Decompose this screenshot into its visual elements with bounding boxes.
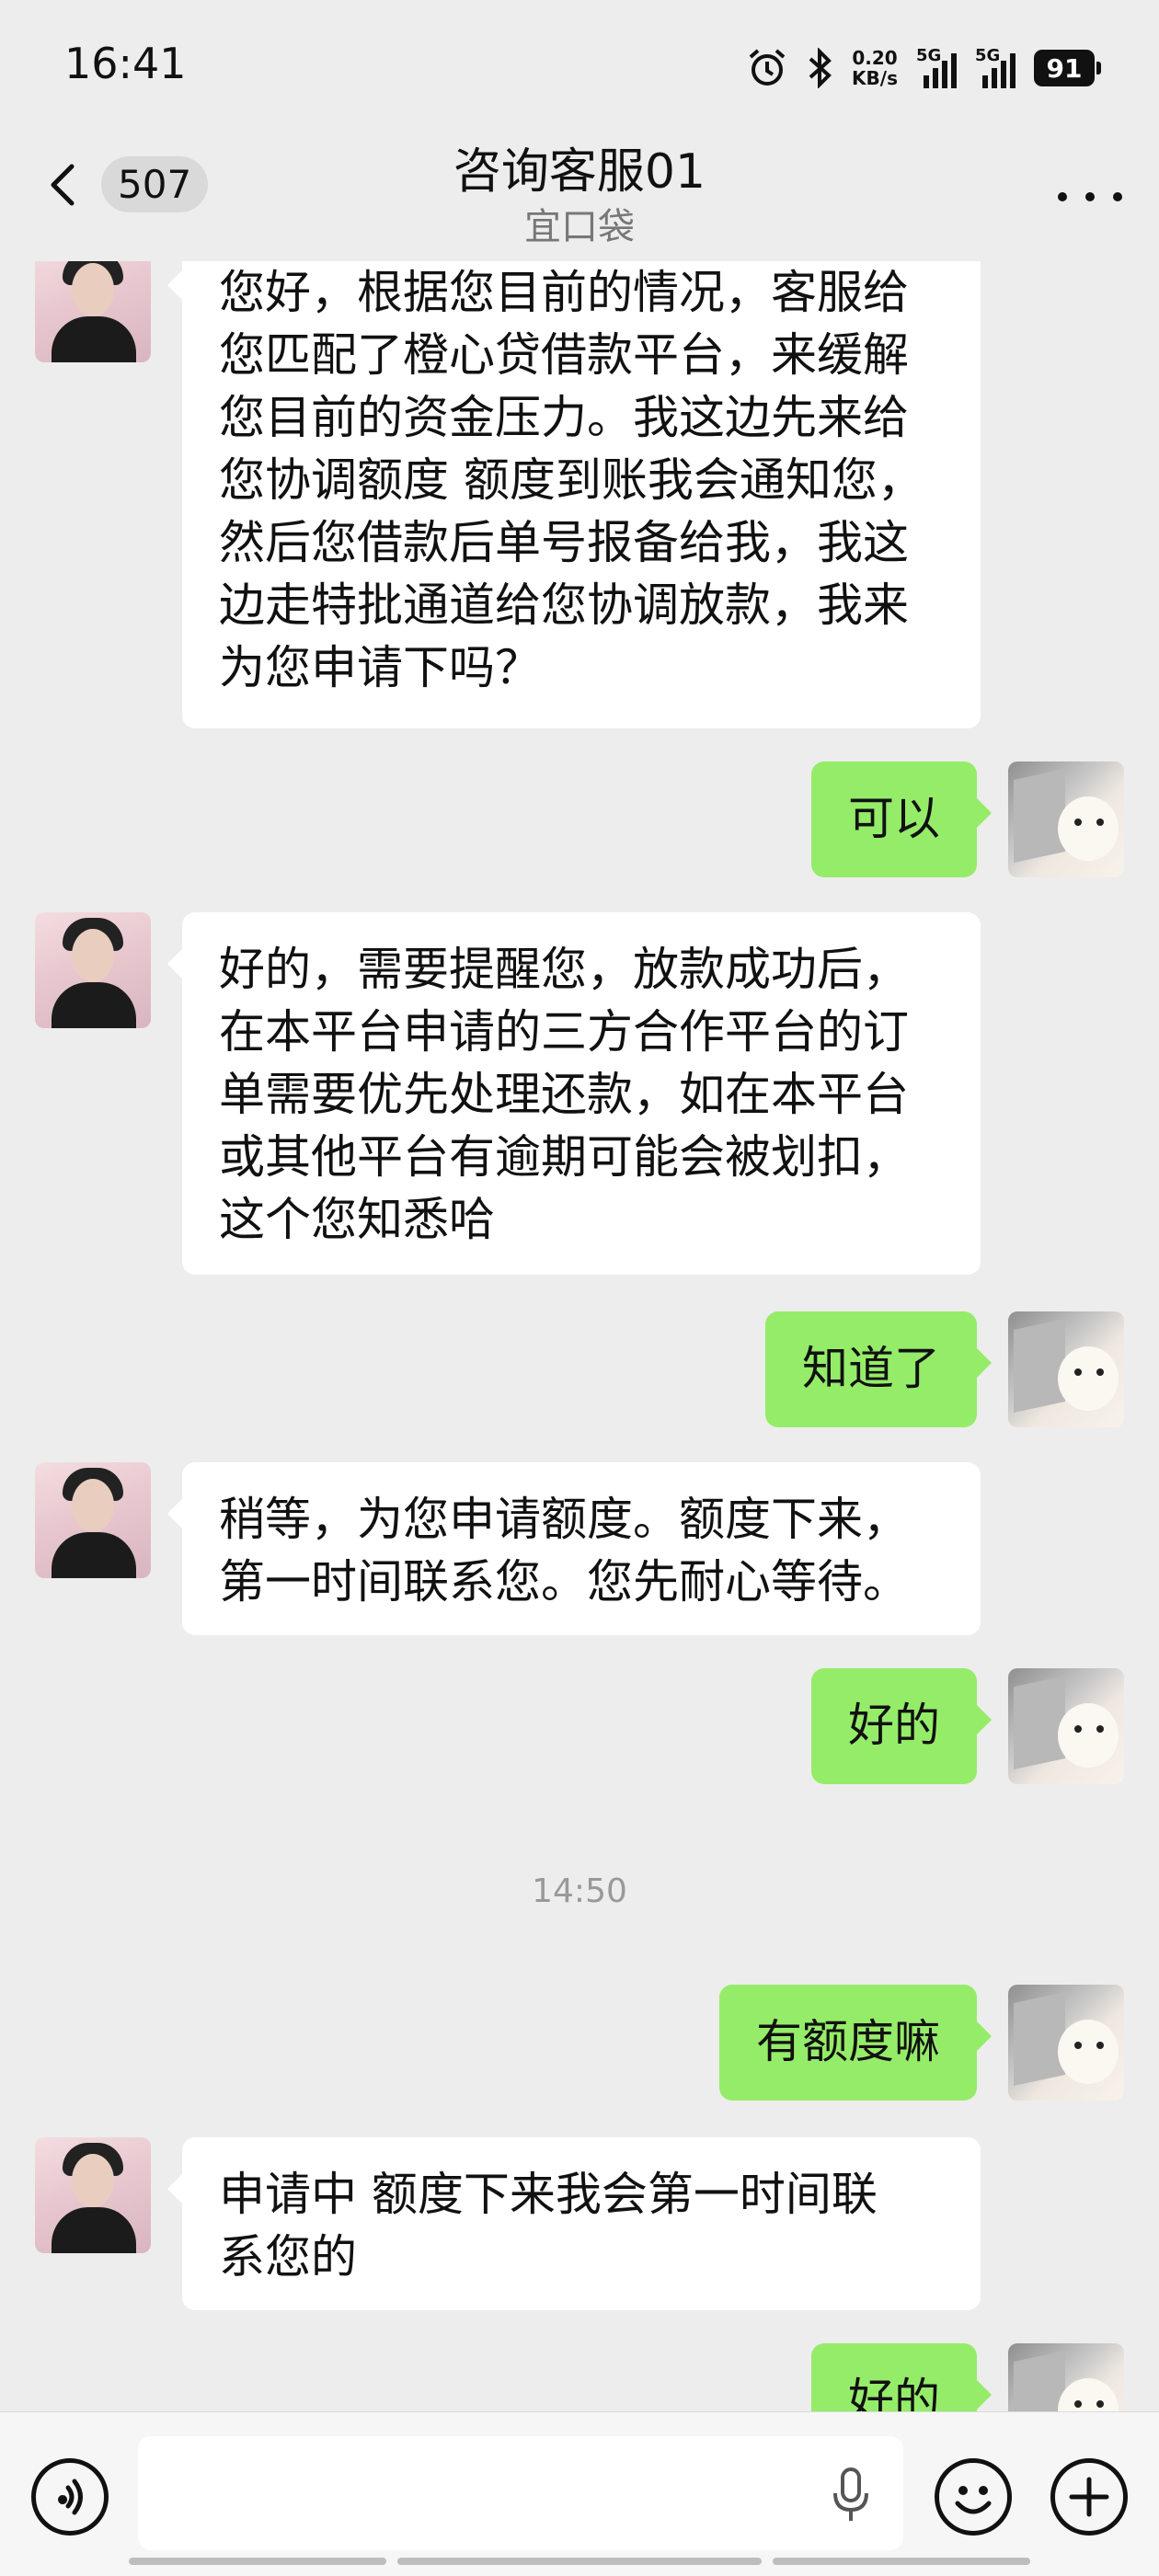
back-button[interactable]: 507: [37, 156, 209, 212]
emoji-button[interactable]: [935, 2458, 1012, 2536]
home-indicator: [129, 2558, 386, 2565]
status-bar: 16:41 0.20 KB/s 5G 5G 91: [0, 0, 1159, 138]
unread-count-badge: 507: [101, 156, 209, 212]
user-avatar[interactable]: [1008, 1985, 1124, 2101]
signal-sim1-icon: 5G: [916, 46, 957, 88]
agent-avatar[interactable]: [35, 261, 151, 362]
alarm-icon: [749, 49, 786, 86]
more-button[interactable]: [1058, 178, 1122, 215]
message-agent: 好的，需要提醒您，放款成功后， 在本平台申请的三方合作平台的订 单需要优先处理还…: [0, 912, 1159, 1280]
signal-sim2-icon: 5G: [975, 46, 1016, 88]
message-timestamp: 14:50: [532, 1872, 627, 1910]
message-bubble: 好的: [811, 2343, 992, 2411]
message-input[interactable]: [138, 2436, 903, 2550]
user-avatar[interactable]: [1008, 761, 1124, 877]
message-list[interactable]: 您好，根据您目前的情况，客服给 您匹配了橙心贷借款平台，来缓解 您目前的资金压力…: [0, 261, 1159, 2411]
battery-indicator: 91: [1034, 50, 1101, 86]
home-indicator: [397, 2558, 762, 2565]
agent-avatar[interactable]: [35, 912, 151, 1028]
message-user: 好的: [0, 2343, 1159, 2411]
voice-button[interactable]: [31, 2458, 109, 2536]
user-avatar[interactable]: [1008, 1668, 1124, 1784]
chat-header: 507 咨询客服01 宜口袋: [0, 138, 1159, 261]
message-agent: 申请中 额度下来我会第一时间联 系您的: [0, 2137, 1159, 2312]
message-user: 好的: [0, 1668, 1159, 1788]
status-time: 16:41: [64, 39, 187, 88]
message-user: 可以: [0, 761, 1159, 881]
message-bubble: 申请中 额度下来我会第一时间联 系您的: [167, 2137, 981, 2310]
net-speed: 0.20 KB/s: [852, 47, 898, 89]
chat-title-block: 咨询客服01 宜口袋: [304, 138, 855, 250]
microphone-icon[interactable]: [828, 2466, 874, 2524]
message-bubble: 好的，需要提醒您，放款成功后， 在本平台申请的三方合作平台的订 单需要优先处理还…: [167, 912, 981, 1275]
input-bar: [0, 2411, 1159, 2576]
message-bubble: 稍等，为您申请额度。额度下来， 第一时间联系您。您先耐心等待。: [167, 1462, 981, 1635]
plus-button[interactable]: [1050, 2458, 1128, 2536]
status-icons: 0.20 KB/s 5G 5G 91: [747, 42, 1101, 94]
message-bubble: 知道了: [765, 1311, 992, 1427]
chat-title: 咨询客服01: [453, 144, 706, 200]
message-user: 有额度嘛: [0, 1985, 1159, 2104]
voice-icon: [58, 2479, 83, 2515]
message-bubble: 可以: [811, 761, 992, 877]
user-avatar[interactable]: [1008, 1311, 1124, 1427]
user-avatar[interactable]: [1008, 2343, 1124, 2411]
chat-subtitle: 宜口袋: [524, 206, 635, 248]
more-icon: [1058, 192, 1067, 201]
back-arrow-icon: [51, 164, 75, 205]
agent-avatar[interactable]: [35, 2137, 151, 2253]
message-bubble: 好的: [811, 1668, 992, 1784]
message-agent: 稍等，为您申请额度。额度下来， 第一时间联系您。您先耐心等待。: [0, 1462, 1159, 1637]
message-bubble: 您好，根据您目前的情况，客服给 您匹配了橙心贷借款平台，来缓解 您目前的资金压力…: [167, 261, 981, 728]
message-user: 知道了: [0, 1311, 1159, 1431]
message-bubble: 有额度嘛: [719, 1985, 992, 2101]
plus-icon: [1069, 2477, 1109, 2517]
emoji-icon: [955, 2486, 992, 2514]
message-agent: 您好，根据您目前的情况，客服给 您匹配了橙心贷借款平台，来缓解 您目前的资金压力…: [0, 261, 1159, 730]
home-indicator: [773, 2558, 1030, 2565]
bluetooth-icon: [809, 48, 832, 88]
agent-avatar[interactable]: [35, 1462, 151, 1578]
